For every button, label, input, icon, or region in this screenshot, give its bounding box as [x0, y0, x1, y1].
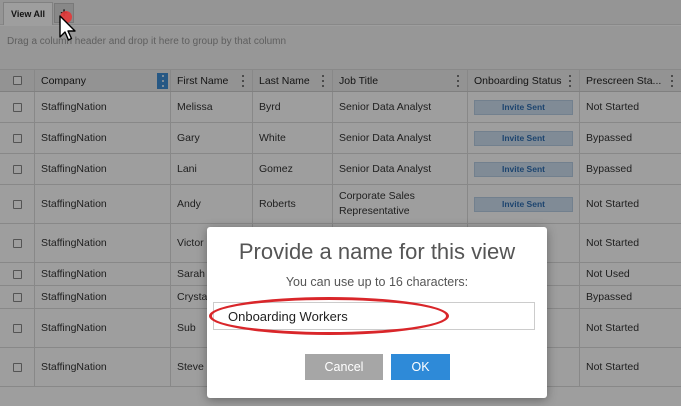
name-view-dialog: Provide a name for this view You can use…	[207, 227, 547, 398]
ok-button[interactable]: OK	[391, 354, 450, 380]
dialog-title: Provide a name for this view	[238, 239, 516, 264]
dialog-subtitle: You can use up to 16 characters:	[285, 275, 469, 289]
cancel-button[interactable]: Cancel	[305, 354, 383, 380]
view-name-input[interactable]	[213, 302, 535, 330]
